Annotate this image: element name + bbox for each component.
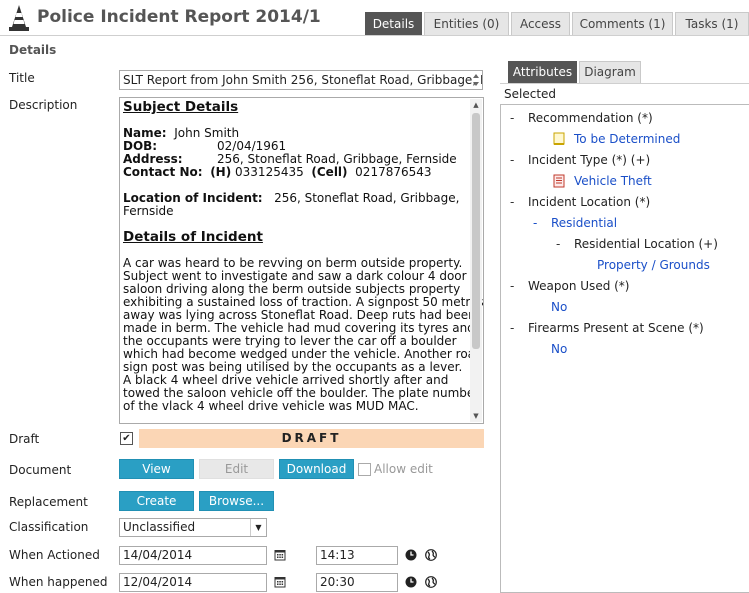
tab-attributes[interactable]: Attributes — [508, 61, 577, 83]
when-actioned-label: When Actioned — [9, 548, 100, 562]
incident-type-value-link[interactable]: Vehicle Theft — [574, 174, 652, 188]
when-actioned-time-input[interactable]: 14:13 — [316, 546, 398, 565]
page-title: Police Incident Report 2014/1 — [37, 7, 321, 27]
tree-node-incident-type[interactable]: - Incident Type (*) (+) — [510, 153, 650, 167]
calendar-icon[interactable] — [274, 576, 286, 588]
location-line2: Fernside — [123, 204, 174, 218]
description-label: Description — [9, 98, 78, 112]
incident-heading: Details of Incident — [123, 229, 263, 245]
tree-node-label: Residential Location (+) — [574, 237, 718, 251]
tree-node-label: Weapon Used (*) — [528, 279, 630, 293]
right-tab-divider — [500, 83, 749, 84]
description-content: Subject Details Name: John Smith DOB: 02/… — [123, 99, 483, 413]
home-label: (H) — [210, 165, 232, 179]
dob-value: 02/04/1961 — [217, 139, 287, 153]
contact-label: Contact No: — [123, 165, 203, 179]
edit-button[interactable]: Edit — [199, 459, 274, 479]
when-actioned-date-input[interactable]: 14/04/2014 — [119, 546, 267, 565]
title-value: SLT Report from John Smith 256, Stonefla… — [123, 73, 482, 87]
browse-button[interactable]: Browse... — [199, 491, 274, 511]
tree-node-label: Firearms Present at Scene (*) — [528, 321, 704, 335]
draft-checkbox[interactable]: ✔ — [120, 432, 133, 445]
replacement-label: Replacement — [9, 495, 88, 509]
location-label: Location of Incident: — [123, 191, 263, 205]
when-happened-label: When happened — [9, 575, 108, 589]
list-icon — [553, 174, 565, 188]
globe-icon[interactable] — [425, 576, 437, 588]
cell-value: 0217876543 — [355, 165, 432, 179]
download-button[interactable]: Download — [279, 459, 354, 479]
tab-details[interactable]: Details — [365, 12, 422, 35]
residential-location-value-link[interactable]: Property / Grounds — [597, 258, 710, 272]
classification-select[interactable]: Unclassified ▼ — [119, 518, 267, 537]
location-line1: 256, Stoneflat Road, Gribbage, — [274, 191, 460, 205]
name-label: Name: — [123, 126, 167, 140]
document-label: Document — [9, 463, 72, 477]
classification-value: Unclassified — [123, 520, 196, 534]
name-value: John Smith — [174, 126, 240, 140]
allow-edit-checkbox[interactable] — [358, 463, 371, 476]
cell-label: (Cell) — [311, 165, 348, 179]
attribute-tree: - Recommendation (*) To be Determined - In… — [500, 104, 749, 593]
residential-value-link[interactable]: Residential — [551, 216, 617, 230]
incident-line: of the vlack 4 wheel drive vehicle was M… — [123, 399, 419, 413]
draft-banner: DRAFT — [139, 429, 484, 448]
tab-comments[interactable]: Comments (1) — [572, 12, 673, 35]
clock-icon[interactable] — [405, 576, 417, 588]
firearms-value-link[interactable]: No — [551, 342, 567, 356]
title-field[interactable]: SLT Report from John Smith 256, Stonefla… — [119, 70, 483, 90]
view-button[interactable]: View — [119, 459, 194, 479]
tree-node-residential[interactable]: - Residential — [533, 216, 617, 230]
selected-label: Selected — [504, 87, 557, 101]
header-divider — [0, 35, 749, 36]
calendar-icon[interactable] — [274, 549, 286, 561]
tree-node-residential-location[interactable]: - Residential Location (+) — [556, 237, 718, 251]
tree-node-label: Recommendation (*) — [528, 111, 653, 125]
allow-edit-label: Allow edit — [374, 462, 433, 476]
title-label: Title — [9, 71, 35, 85]
weapon-used-value-link[interactable]: No — [551, 300, 567, 314]
tab-diagram[interactable]: Diagram — [579, 61, 641, 83]
subject-heading: Subject Details — [123, 99, 239, 115]
description-editor[interactable]: Subject Details Name: John Smith DOB: 02/… — [119, 97, 484, 424]
scroll-arrows-icon[interactable] — [471, 72, 481, 88]
tab-tasks[interactable]: Tasks (1) — [675, 12, 749, 35]
tree-node-recommendation[interactable]: - Recommendation (*) — [510, 111, 653, 125]
clock-icon[interactable] — [405, 549, 417, 561]
section-heading: Details — [9, 43, 57, 57]
traffic-cone-icon — [9, 5, 29, 31]
scroll-up-icon[interactable]: ▲ — [470, 99, 482, 111]
recommendation-value-link[interactable]: To be Determined — [574, 132, 680, 146]
home-value: 033125435 — [235, 165, 304, 179]
when-happened-date-input[interactable]: 12/04/2014 — [119, 573, 267, 592]
tab-access[interactable]: Access — [511, 12, 570, 35]
create-button[interactable]: Create — [119, 491, 194, 511]
chevron-down-icon[interactable]: ▼ — [250, 519, 266, 536]
tree-node-label: Incident Type (*) (+) — [528, 153, 651, 167]
tree-node-label: Incident Location (*) — [528, 195, 651, 209]
scrollbar-thumb[interactable] — [472, 113, 480, 349]
note-icon — [553, 132, 565, 145]
address-value: 256, Stoneflat Road, Gribbage, Fernside — [217, 152, 457, 166]
scroll-down-icon[interactable]: ▼ — [470, 410, 482, 422]
draft-label: Draft — [9, 432, 40, 446]
tab-entities[interactable]: Entities (0) — [424, 12, 509, 35]
when-happened-time-input[interactable]: 20:30 — [316, 573, 398, 592]
tree-node-firearms[interactable]: - Firearms Present at Scene (*) — [510, 321, 704, 335]
globe-icon[interactable] — [425, 549, 437, 561]
tree-node-weapon-used[interactable]: - Weapon Used (*) — [510, 279, 630, 293]
description-scrollbar[interactable]: ▲ ▼ — [470, 99, 482, 422]
tree-node-incident-location[interactable]: - Incident Location (*) — [510, 195, 650, 209]
classification-label: Classification — [9, 520, 89, 534]
